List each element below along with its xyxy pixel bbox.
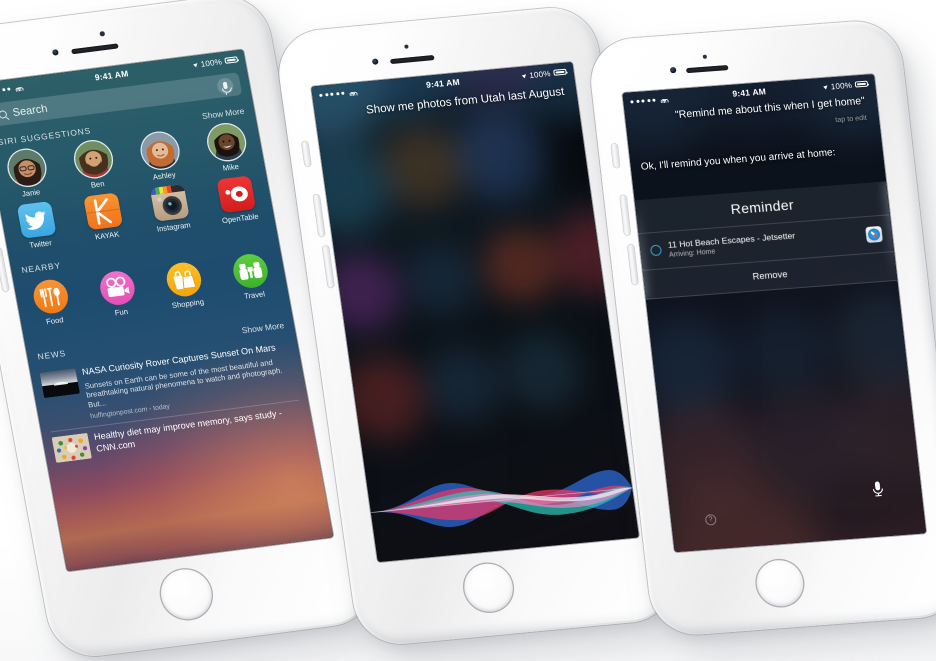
avatar: [138, 130, 181, 171]
app-twitter[interactable]: Twitter: [5, 200, 69, 252]
reminder-card: Reminder 11 Hot Beach Escapes - Jetsette…: [634, 181, 898, 300]
battery-full-icon: [854, 80, 869, 88]
contact-ashley[interactable]: Ashley: [128, 130, 192, 184]
avatar: [71, 139, 115, 180]
contact-name: Janie: [21, 187, 41, 199]
contact-janie[interactable]: Janie: [0, 147, 60, 201]
siri-mic-button[interactable]: [870, 480, 886, 503]
phone3-screen: 9:41 AM 100% "Remind me about this when …: [622, 74, 927, 553]
scene-root: 9:41 AM 100% Search SIRI SUGGESTIONS Sho…: [0, 0, 936, 661]
search-placeholder: Search: [11, 102, 49, 119]
twitter-bird-icon: [16, 201, 57, 239]
siri-reminder-screen: 9:41 AM 100% "Remind me about this when …: [622, 74, 927, 553]
nearby-food[interactable]: Food: [19, 276, 83, 328]
nearby-name: Shopping: [171, 297, 205, 311]
healthy-food-thumbnail: [51, 433, 93, 464]
shopping-bag-icon: [163, 260, 204, 299]
nearby-travel[interactable]: Travel: [219, 251, 283, 303]
dictation-button[interactable]: [215, 76, 235, 95]
app-name: KAYAK: [94, 229, 120, 242]
nearby-fun[interactable]: Fun: [86, 268, 150, 320]
reminder-checkbox[interactable]: [649, 244, 663, 257]
contact-name: Ben: [90, 179, 106, 190]
app-opentable[interactable]: OpenTable: [205, 174, 269, 226]
microphone-icon: [222, 81, 228, 90]
nearby-name: Food: [45, 315, 65, 327]
news-header: NEWS: [36, 348, 67, 362]
nearby-name: Travel: [243, 289, 266, 301]
app-name: Twitter: [28, 238, 53, 250]
binoculars-icon: [230, 252, 270, 290]
movie-camera-icon: [96, 269, 137, 307]
app-name: Instagram: [156, 220, 192, 234]
instagram-camera-icon: [149, 184, 190, 222]
nearby-shopping[interactable]: Shopping: [153, 259, 217, 311]
opentable-dot-icon: [215, 175, 256, 214]
contact-ben[interactable]: Ben: [62, 138, 126, 192]
avatar: [204, 122, 248, 163]
contact-name: Ashley: [152, 169, 177, 182]
safari-icon[interactable]: [865, 225, 883, 243]
nearby-name: Fun: [114, 306, 129, 318]
contact-name: Mike: [221, 161, 240, 173]
search-icon: [0, 109, 8, 119]
mars-sunset-thumbnail: [39, 367, 80, 399]
front-camera-icon: [669, 67, 677, 73]
avatar: [5, 147, 48, 188]
app-kayak[interactable]: KAYAK: [72, 191, 136, 243]
kayak-k-icon: [82, 192, 123, 231]
nearby-header: NEARBY: [20, 260, 62, 276]
contact-mike[interactable]: Mike: [195, 121, 259, 175]
news-show-more[interactable]: Show More: [241, 320, 285, 335]
cutlery-icon: [30, 277, 71, 316]
proximity-sensor-icon: [99, 31, 105, 37]
siri-suggestions-show-more[interactable]: Show More: [201, 106, 245, 121]
app-name: OpenTable: [221, 211, 260, 226]
app-instagram[interactable]: Instagram: [138, 183, 202, 235]
